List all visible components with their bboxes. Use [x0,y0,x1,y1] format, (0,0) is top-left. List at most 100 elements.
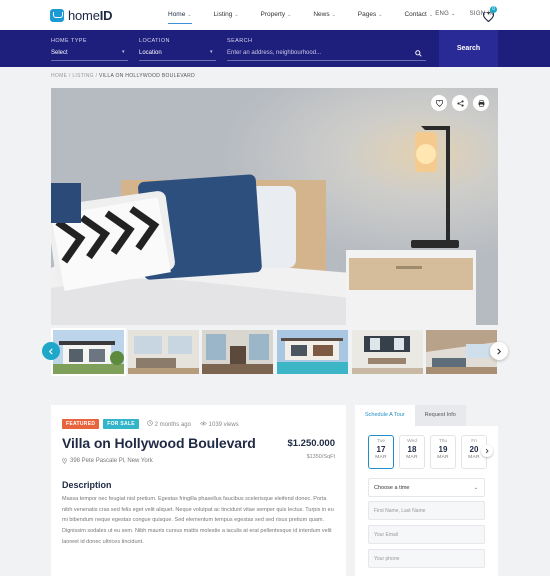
search-field[interactable]: SEARCH Enter an address, neighbourhood..… [227,38,426,61]
nav-property[interactable]: Property ⌄ [261,11,292,18]
caret-down-icon: ▾ [122,49,125,55]
search-input[interactable]: Enter an address, neighbourhood... [227,50,426,56]
nav-news[interactable]: News ⌄ [313,11,335,18]
interior-photo [202,330,273,374]
location-label: LOCATION [139,38,170,44]
photo-thumbnails [51,328,498,376]
date-day: 17 [376,445,386,454]
chevron-down-icon: ⌄ [378,12,383,18]
thumbnail[interactable] [277,330,348,374]
view-count: 1039 views [200,421,239,428]
save-favorite-button[interactable] [431,95,447,111]
field-underline [51,60,128,61]
chevron-right-icon [485,448,489,454]
tab-schedule-tour[interactable]: Schedule A Tour [355,405,415,426]
nav-listing[interactable]: Listing ⌄ [214,11,239,18]
description-text: Massa tempor nec feugiat nisl pretium. E… [62,496,334,545]
living-room-photo [128,330,199,374]
chevron-down-icon: ⌄ [451,11,456,17]
time-select-value: Choose a time [374,485,410,491]
date-day: 19 [438,445,448,454]
date-weekday: Wed [407,439,417,444]
date-option[interactable]: Thu 19 MAR [430,435,456,469]
bedroom-photo [51,88,498,325]
tour-date-picker: Tue 17 MAR Wed 18 MAR Thu 19 MAR Fri 20 … [368,435,487,469]
logo-icon [50,9,64,22]
price-per-sqft: $1350/SqFt [306,454,335,460]
breadcrumb-separator: / [68,73,71,79]
thumbnail[interactable] [426,330,497,374]
chevron-right-icon [497,347,502,355]
chevron-left-icon [48,347,53,355]
for-sale-badge: FOR SALE [103,419,139,429]
logo[interactable]: homeID [50,8,113,23]
thumbnail[interactable] [202,330,273,374]
email-field[interactable] [368,525,485,544]
views-text: 1039 views [208,421,239,428]
date-month: MAR [437,455,449,460]
chevron-down-icon: ⌄ [331,12,336,18]
listing-details-card: FEATURED FOR SALE 2 months ago 1039 view… [51,405,346,576]
share-button[interactable] [452,95,468,111]
date-option[interactable]: Tue 17 MAR [368,435,394,469]
thumbnail[interactable] [128,330,199,374]
address-text: 398 Pete Pascale Pl, New York [70,458,153,464]
wishlist-button[interactable]: 0 [482,6,497,23]
wishlist-count-badge: 0 [490,6,497,13]
time-select[interactable]: Choose a time ⌄ [368,478,485,497]
house-exterior-photo [53,330,124,374]
field-underline [139,60,216,61]
location-field[interactable]: LOCATION Location ▾ [139,38,216,61]
home-type-field[interactable]: HOME TYPE Select ▾ [51,38,128,61]
tour-tabs: Schedule A Tour Request Info [355,405,498,426]
date-day: 18 [407,445,417,454]
nav-home[interactable]: Home ⌄ [168,11,192,24]
listing-badges: FEATURED FOR SALE 2 months ago 1039 view… [62,419,239,429]
location-select[interactable]: Location [139,50,216,56]
thumbnail[interactable] [352,330,423,374]
main-nav: Home ⌄ Listing ⌄ Property ⌄ News ⌄ Pages ⌄ Co… [168,11,455,24]
date-option[interactable]: Wed 18 MAR [399,435,425,469]
logo-text: homeID [68,8,113,23]
dates-next-button[interactable] [481,445,493,457]
field-underline [227,60,426,61]
nav-contact[interactable]: Contact ⌄ [404,11,433,18]
language-selector[interactable]: ENG ⌄ [435,11,455,17]
eye-icon [200,421,207,425]
property-main-photo[interactable] [51,88,498,325]
schedule-tour-panel: Schedule A Tour Request Info Tue 17 MAR … [355,405,498,576]
thumbnails-prev-button[interactable] [42,342,60,360]
posted-text: 2 months ago [154,422,191,428]
nav-pages[interactable]: Pages ⌄ [358,11,383,18]
chevron-down-icon: ⌄ [473,485,478,491]
search-icon[interactable] [415,50,422,57]
thumbnails-next-button[interactable] [490,342,508,360]
chevron-down-icon: ⌄ [428,12,434,18]
search-button[interactable]: Search [439,30,498,67]
date-month: MAR [375,455,387,460]
breadcrumb-listing[interactable]: LISTING [72,73,94,79]
tab-request-info[interactable]: Request Info [414,405,466,426]
caret-down-icon: ▾ [210,49,213,55]
thumbnail[interactable] [51,328,126,376]
photo-actions [431,95,489,111]
breadcrumb: HOME / LISTING / VILLA ON HOLLYWOOD BOUL… [51,73,195,79]
listing-address: 398 Pete Pascale Pl, New York [62,458,153,464]
description-heading: Description [62,480,112,490]
listing-price: $1.250.000 [287,438,335,449]
phone-field[interactable] [368,549,485,568]
listing-title: Villa on Hollywood Boulevard [62,435,256,451]
breadcrumb-separator: / [95,73,98,79]
heart-icon [482,11,495,23]
chevron-down-icon: ⌄ [234,12,239,18]
date-weekday: Tue [376,439,386,444]
name-field[interactable] [368,501,485,520]
home-type-select[interactable]: Select [51,50,128,56]
home-type-label: HOME TYPE [51,38,87,44]
listing-meta: 2 months ago 1039 views [147,420,239,428]
breadcrumb-home[interactable]: HOME [51,73,67,79]
date-weekday: Fri [471,439,477,444]
print-button[interactable] [473,95,489,111]
share-icon [456,99,464,107]
chevron-down-icon: ⌄ [287,12,292,18]
